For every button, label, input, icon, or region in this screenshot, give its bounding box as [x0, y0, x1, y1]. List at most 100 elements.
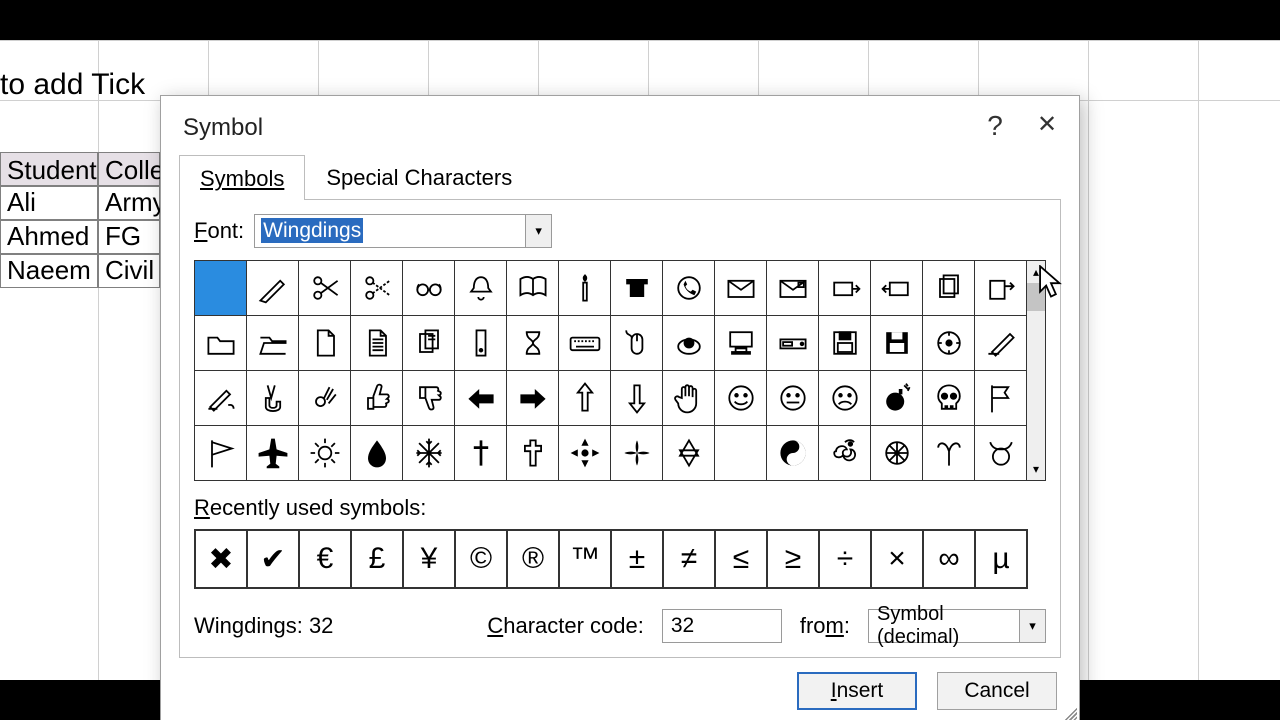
font-select[interactable]: Wingdings ▾	[254, 214, 552, 248]
recent-symbol-0[interactable]: ✖	[196, 531, 248, 589]
symbol-cell-folder[interactable]	[195, 316, 247, 371]
symbol-cell-papers[interactable]	[923, 261, 975, 316]
symbol-cell-point-right[interactable]	[507, 371, 559, 426]
symbol-cell-phone[interactable]	[611, 261, 663, 316]
symbol-cell-snowflake[interactable]	[403, 426, 455, 481]
symbol-cell-smile[interactable]	[715, 371, 767, 426]
recent-symbol-13[interactable]: ×	[872, 531, 924, 589]
symbol-cell-pennant[interactable]	[195, 426, 247, 481]
symbol-cell-aries[interactable]	[923, 426, 975, 481]
recent-symbol-1[interactable]: ✔	[248, 531, 300, 589]
symbol-cell-om[interactable]	[819, 426, 871, 481]
symbol-cell-ok-hand[interactable]	[299, 371, 351, 426]
symbol-cell-airplane[interactable]	[247, 426, 299, 481]
symbol-cell-victory[interactable]	[247, 371, 299, 426]
tab-special-characters[interactable]: Special Characters	[305, 154, 533, 199]
symbol-cell-frown[interactable]	[819, 371, 871, 426]
symbol-cell-scissors-cut[interactable]	[351, 261, 403, 316]
symbol-cell-taurus[interactable]	[975, 426, 1027, 481]
symbol-cell-trackball[interactable]	[663, 316, 715, 371]
recent-symbol-8[interactable]: ±	[612, 531, 664, 589]
table-row[interactable]: Naeem	[0, 254, 98, 288]
recent-symbol-12[interactable]: ÷	[820, 531, 872, 589]
col-header-college[interactable]: Colle	[98, 152, 160, 186]
symbol-cell-envelope[interactable]	[715, 261, 767, 316]
recent-symbol-3[interactable]: £	[352, 531, 404, 589]
symbol-cell-doc[interactable]	[299, 316, 351, 371]
symbol-cell-candle[interactable]	[559, 261, 611, 316]
symbol-cell-floppy[interactable]	[819, 316, 871, 371]
scroll-down-button[interactable]: ▾	[1027, 458, 1045, 480]
chevron-down-icon[interactable]: ▾	[525, 215, 551, 247]
recent-symbol-5[interactable]: ©	[456, 531, 508, 589]
insert-button[interactable]: Insert	[797, 672, 917, 710]
symbol-cell-cross-outline[interactable]	[507, 426, 559, 481]
table-row[interactable]: FG	[98, 220, 160, 254]
from-select[interactable]: Symbol (decimal) ▾	[868, 609, 1046, 643]
symbol-cell-mail-out[interactable]	[871, 261, 923, 316]
char-code-input[interactable]	[662, 609, 782, 643]
symbol-cell-folder-open[interactable]	[247, 316, 299, 371]
symbol-cell-tape[interactable]	[923, 316, 975, 371]
symbol-cell-hdd[interactable]	[767, 316, 819, 371]
symbol-cell-glasses[interactable]	[403, 261, 455, 316]
recent-symbol-11[interactable]: ≥	[768, 531, 820, 589]
symbol-cell-point-down[interactable]	[611, 371, 663, 426]
symbol-cell-blank[interactable]	[195, 261, 247, 316]
symbol-cell-computer[interactable]	[715, 316, 767, 371]
scroll-up-button[interactable]: ▴	[1027, 261, 1045, 283]
recent-symbol-2[interactable]: €	[300, 531, 352, 589]
symbol-cell-pencil[interactable]	[247, 261, 299, 316]
scroll-track[interactable]	[1027, 283, 1045, 458]
symbol-cell-skull[interactable]	[923, 371, 975, 426]
symbol-cell-neutral[interactable]	[767, 371, 819, 426]
symbol-cell-floppy-black[interactable]	[871, 316, 923, 371]
cancel-button[interactable]: Cancel	[937, 672, 1057, 710]
symbol-cell-thumb-down[interactable]	[403, 371, 455, 426]
symbol-cell-keyboard[interactable]	[559, 316, 611, 371]
table-row[interactable]: Ali	[0, 186, 98, 220]
symbol-cell-papers-out[interactable]	[975, 261, 1027, 316]
recent-symbol-6[interactable]: ®	[508, 531, 560, 589]
font-value[interactable]: Wingdings	[255, 217, 525, 245]
symbol-cell-yin-yang[interactable]	[767, 426, 819, 481]
symbol-cell-sun[interactable]	[299, 426, 351, 481]
table-row[interactable]: Army	[98, 186, 160, 220]
symbol-cell-docs[interactable]	[403, 316, 455, 371]
symbol-cell-thumb-up[interactable]	[351, 371, 403, 426]
table-row[interactable]: Civil	[98, 254, 160, 288]
resize-grip[interactable]	[1059, 704, 1077, 720]
symbol-cell-cross-iron[interactable]	[611, 426, 663, 481]
symbol-cell-crescent[interactable]	[715, 426, 767, 481]
scroll-thumb[interactable]	[1027, 283, 1045, 311]
recent-symbol-4[interactable]: ¥	[404, 531, 456, 589]
recent-symbol-7[interactable]: ™	[560, 531, 612, 589]
symbol-cell-scissors[interactable]	[299, 261, 351, 316]
tab-symbols[interactable]: Symbols	[179, 155, 305, 200]
recent-symbol-10[interactable]: ≤	[716, 531, 768, 589]
table-row[interactable]: Ahmed	[0, 220, 98, 254]
symbol-cell-mail-in[interactable]	[819, 261, 871, 316]
symbol-cell-envelope-stamp[interactable]	[767, 261, 819, 316]
symbol-cell-cross-maltese[interactable]	[559, 426, 611, 481]
symbol-cell-hand[interactable]	[663, 371, 715, 426]
symbol-cell-point-left[interactable]	[455, 371, 507, 426]
symbol-cell-write-hand[interactable]	[195, 371, 247, 426]
recent-symbol-15[interactable]: µ	[976, 531, 1028, 589]
symbol-cell-cross-latin[interactable]	[455, 426, 507, 481]
help-button[interactable]: ?	[977, 110, 1013, 142]
symbol-cell-hourglass[interactable]	[507, 316, 559, 371]
symbol-cell-bell[interactable]	[455, 261, 507, 316]
symbol-scrollbar[interactable]: ▴ ▾	[1027, 260, 1046, 481]
symbol-cell-pen-write[interactable]	[975, 316, 1027, 371]
symbol-cell-book[interactable]	[507, 261, 559, 316]
symbol-cell-drive[interactable]	[455, 316, 507, 371]
recent-symbol-9[interactable]: ≠	[664, 531, 716, 589]
symbol-cell-doc-lines[interactable]	[351, 316, 403, 371]
col-header-student[interactable]: Student	[0, 152, 98, 186]
symbol-cell-droplet[interactable]	[351, 426, 403, 481]
symbol-cell-flag[interactable]	[975, 371, 1027, 426]
close-button[interactable]: ✕	[1029, 110, 1065, 139]
chevron-down-icon[interactable]: ▾	[1019, 610, 1045, 642]
recent-symbol-14[interactable]: ∞	[924, 531, 976, 589]
